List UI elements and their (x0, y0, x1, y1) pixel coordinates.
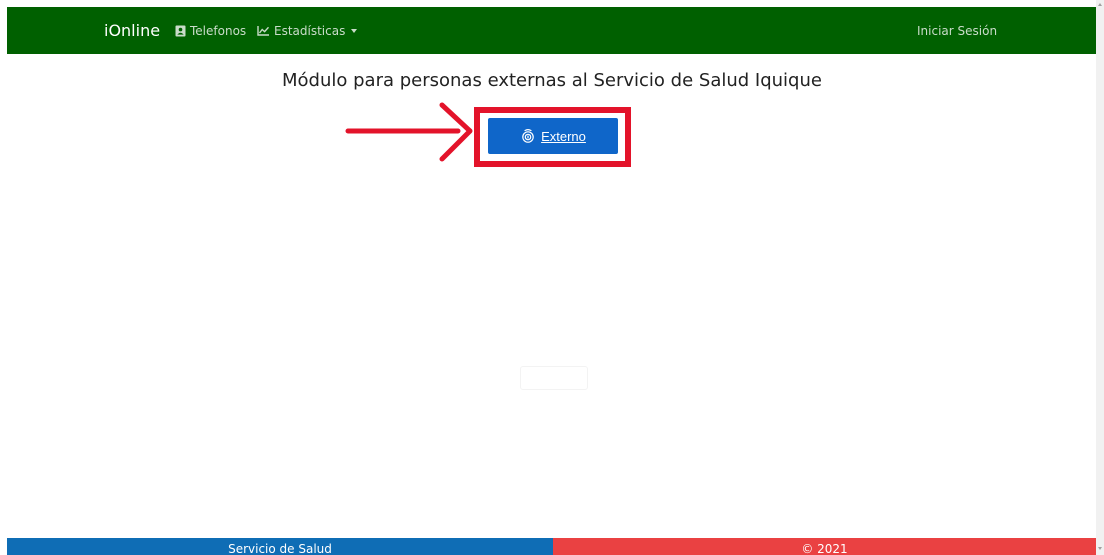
nav-estadisticas-dropdown[interactable]: Estadísticas (257, 7, 358, 54)
chevron-down-icon (351, 28, 358, 33)
nav-telefonos-label: Telefonos (190, 23, 247, 38)
contact-book-icon (175, 25, 186, 37)
line-chart-icon (257, 25, 270, 36)
page: iOnline Telefonos Estadísticas Iniciar S… (0, 0, 1104, 555)
externo-button[interactable]: Externo (488, 118, 618, 154)
nav-estadisticas-label: Estadísticas (274, 23, 346, 38)
scroll-down-icon[interactable] (1098, 547, 1102, 550)
footer-copyright: © 2021 (553, 538, 1096, 555)
page-title: Módulo para personas externas al Servici… (282, 70, 822, 91)
scroll-up-icon[interactable] (1098, 3, 1102, 6)
footer-organization: Servicio de Salud (7, 538, 553, 555)
externo-button-label: Externo (541, 128, 586, 144)
annotation-arrow-icon (345, 102, 473, 162)
login-link[interactable]: Iniciar Sesión (917, 7, 997, 54)
brand-logo-text[interactable]: iOnline (104, 7, 160, 54)
nav-telefonos[interactable]: Telefonos (175, 7, 246, 54)
top-navbar: iOnline Telefonos Estadísticas Iniciar S… (7, 7, 1096, 54)
vertical-scrollbar[interactable] (1096, 0, 1104, 555)
fingerprint-icon (520, 128, 536, 144)
faint-ghost-element (520, 366, 588, 390)
